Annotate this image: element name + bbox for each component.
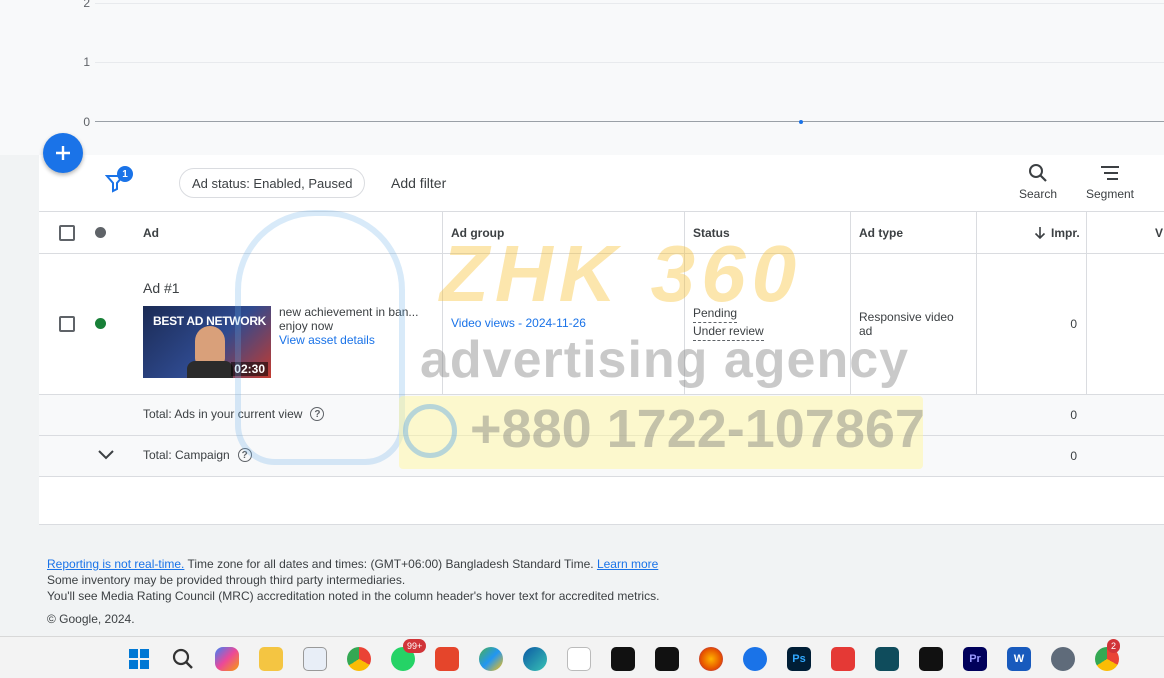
- learn-more-link[interactable]: Learn more: [597, 557, 658, 571]
- start-icon[interactable]: [127, 647, 151, 671]
- ad-description: enjoy now: [279, 319, 334, 333]
- photoshop-icon[interactable]: Ps: [787, 647, 811, 671]
- whatsapp-icon[interactable]: 99+: [391, 639, 427, 671]
- timezone-text: Time zone for all dates and times: (GMT+…: [184, 557, 597, 571]
- sort-desc-icon: [1034, 226, 1046, 239]
- whatsapp-badge: 99+: [403, 639, 427, 653]
- row-checkbox[interactable]: [59, 316, 75, 332]
- footer-notes: Reporting is not real-time. Time zone fo…: [47, 556, 659, 604]
- firefox-icon[interactable]: [699, 647, 723, 671]
- view-asset-details-link[interactable]: View asset details: [279, 333, 419, 347]
- snipping-tool-icon[interactable]: [303, 647, 327, 671]
- header-ad-type[interactable]: Ad type: [859, 212, 903, 253]
- search-label: Search: [1018, 187, 1058, 201]
- video-duration: 02:30: [231, 362, 268, 376]
- header-next-column[interactable]: V: [1155, 212, 1163, 253]
- performance-chart: 2 1 0: [0, 0, 1164, 155]
- vivaldi-icon[interactable]: [435, 647, 459, 671]
- word-icon[interactable]: W: [1007, 647, 1031, 671]
- copilot-icon[interactable]: [215, 647, 239, 671]
- ad-group-link[interactable]: Video views - 2024-11-26: [451, 316, 586, 330]
- add-filter-button[interactable]: Add filter: [391, 175, 446, 191]
- gridline: [95, 62, 1164, 63]
- y-tick: 1: [83, 55, 90, 69]
- status-enabled-dot: [95, 318, 106, 329]
- taskbar: 99+ Ps Pr W 2: [0, 636, 1164, 678]
- table-row[interactable]: Ad #1 BEST AD NETWORK 02:30 new achievem…: [39, 254, 1164, 395]
- reporting-link[interactable]: Reporting is not real-time.: [47, 557, 184, 571]
- store-icon[interactable]: [567, 647, 591, 671]
- total-campaign-label: Total: Campaign ?: [143, 448, 252, 462]
- chrome-icon[interactable]: 2: [1095, 639, 1121, 671]
- help-icon[interactable]: ?: [310, 407, 325, 421]
- total-campaign-impr: 0: [1070, 449, 1077, 463]
- premiere-icon[interactable]: Pr: [963, 647, 987, 671]
- total-current-view-label: Total: Ads in your current view ?: [143, 407, 325, 421]
- table-header: Ad Ad group Status Ad type Impr. V: [39, 212, 1164, 254]
- file-explorer-icon[interactable]: [259, 647, 283, 671]
- segment-icon: [1101, 166, 1119, 180]
- ad-type-cell: Responsive video ad: [859, 310, 954, 338]
- search-icon[interactable]: [171, 647, 195, 671]
- ad-title: Ad #1: [143, 280, 180, 296]
- capcut-icon[interactable]: [919, 647, 943, 671]
- app-icon[interactable]: [875, 647, 899, 671]
- settings-gear-icon[interactable]: [1051, 647, 1075, 671]
- segment-button[interactable]: Segment: [1080, 163, 1140, 201]
- app-icon[interactable]: [611, 647, 635, 671]
- status-cell[interactable]: Pending Under review: [693, 305, 764, 341]
- chrome-icon[interactable]: [347, 647, 371, 671]
- ads-table-card: 1 Ad status: Enabled, Paused Add filter …: [39, 155, 1164, 525]
- y-tick: 2: [83, 0, 90, 10]
- chrome-badge: 2: [1107, 639, 1121, 653]
- status-dot-header: [95, 212, 106, 253]
- capcut-icon[interactable]: [655, 647, 679, 671]
- y-tick: 0: [83, 115, 90, 129]
- ad-status-filter-chip[interactable]: Ad status: Enabled, Paused: [179, 168, 366, 198]
- gridline: [95, 3, 1164, 4]
- header-impr[interactable]: Impr.: [1033, 212, 1080, 253]
- total-row-current-view: Total: Ads in your current view ? 0: [39, 395, 1164, 436]
- filter-count-badge: 1: [117, 166, 133, 182]
- app-icon[interactable]: [479, 647, 503, 671]
- chart-point: [799, 120, 803, 124]
- select-all-checkbox[interactable]: [59, 212, 75, 253]
- filter-bar: 1 Ad status: Enabled, Paused Add filter …: [39, 155, 1164, 212]
- segment-label: Segment: [1085, 187, 1135, 201]
- inventory-note: Some inventory may be provided through t…: [47, 573, 406, 587]
- status-pending[interactable]: Pending: [693, 305, 738, 323]
- search-icon: [1029, 164, 1047, 182]
- status-under-review[interactable]: Under review: [693, 323, 764, 341]
- baseline: [95, 121, 1164, 122]
- impr-cell: 0: [1070, 317, 1077, 331]
- sync-icon[interactable]: [743, 647, 767, 671]
- search-button[interactable]: Search: [1008, 163, 1068, 201]
- ad-text-block: new achievement in ban... enjoy now View…: [279, 305, 419, 347]
- header-status[interactable]: Status: [693, 212, 730, 253]
- create-button[interactable]: [43, 133, 83, 173]
- anydesk-icon[interactable]: [831, 647, 855, 671]
- video-thumbnail[interactable]: BEST AD NETWORK 02:30: [143, 306, 271, 378]
- ad-headline: new achievement in ban...: [279, 305, 419, 319]
- copyright: © Google, 2024.: [47, 612, 135, 626]
- total-row-campaign: Total: Campaign ? 0: [39, 436, 1164, 477]
- total-current-view-impr: 0: [1070, 408, 1077, 422]
- header-ad[interactable]: Ad: [143, 212, 159, 253]
- chevron-down-icon[interactable]: [97, 448, 115, 467]
- mrc-note: You'll see Media Rating Council (MRC) ac…: [47, 589, 660, 603]
- header-ad-group[interactable]: Ad group: [451, 212, 504, 253]
- edge-icon[interactable]: [523, 647, 547, 671]
- help-icon[interactable]: ?: [237, 448, 252, 462]
- plus-icon: [56, 146, 70, 160]
